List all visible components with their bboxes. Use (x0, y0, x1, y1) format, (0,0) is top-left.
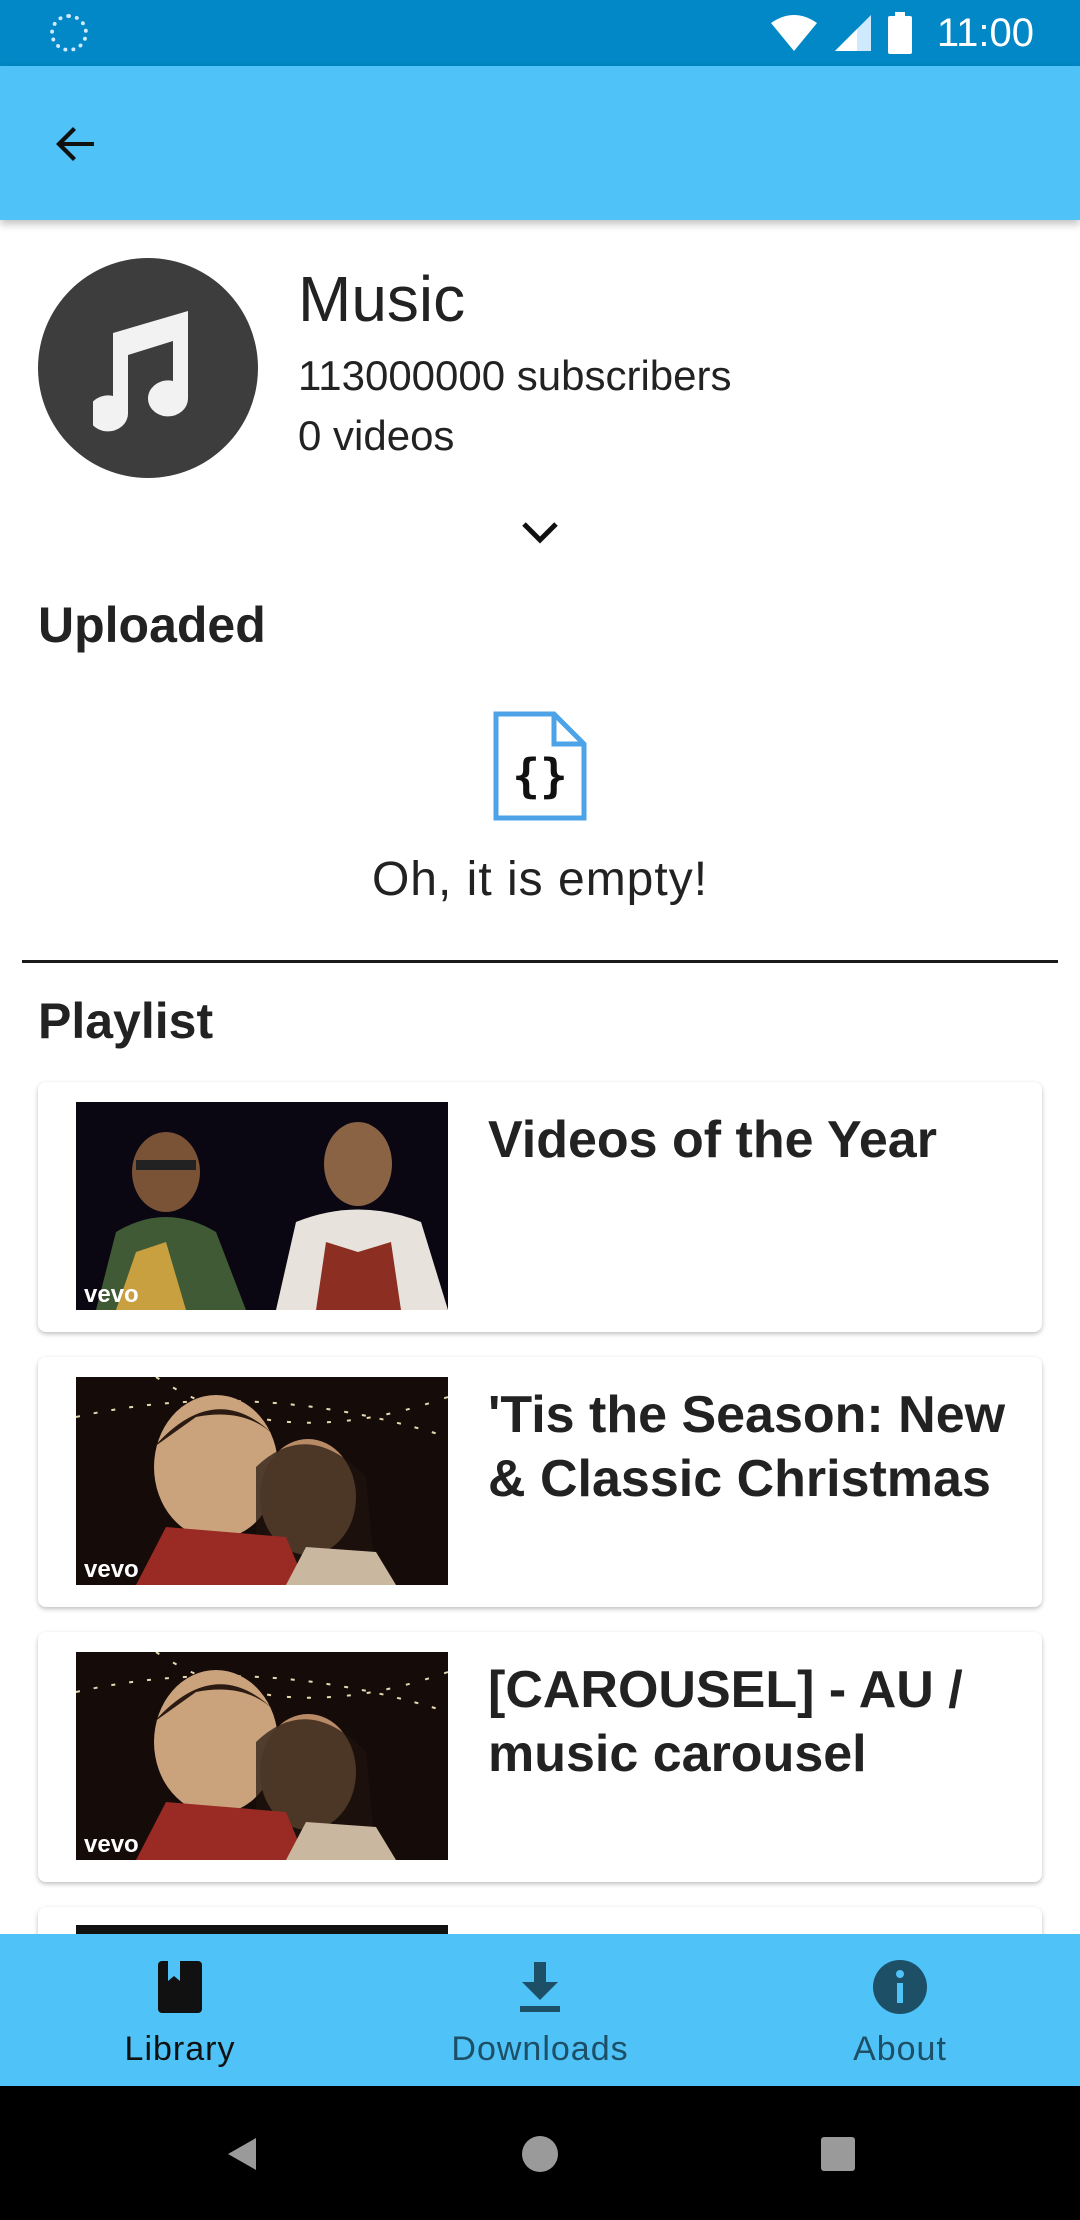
circle-home-icon (522, 2136, 558, 2172)
playlist-card-title: Videos of the Year (488, 1111, 937, 1169)
playlist-card[interactable]: vevo [CAROUSEL] - AU / music carousel (38, 1632, 1042, 1882)
channel-avatar (38, 258, 258, 478)
playlist-card[interactable]: vevo Videos of the Year (38, 1082, 1042, 1332)
nav-library[interactable]: Library (0, 1934, 360, 2086)
video-count: 0 videos (298, 412, 455, 459)
sync-icon (50, 14, 88, 52)
expand-button[interactable] (510, 504, 570, 560)
music-note-icon (93, 311, 189, 432)
playlist-title: Playlist (38, 993, 214, 1049)
empty-message: Oh, it is empty! (371, 853, 709, 906)
channel-name: Music (298, 263, 466, 335)
status-time: 11:00 (936, 10, 1034, 55)
system-navigation-bar (0, 2086, 1080, 2220)
back-button[interactable] (40, 108, 112, 180)
system-home-button[interactable] (510, 2124, 570, 2184)
square-recents-icon (821, 2137, 855, 2171)
nav-about[interactable]: About (720, 1934, 1080, 2086)
svg-text:vevo: vevo (84, 1556, 139, 1583)
chevron-down-icon (522, 522, 558, 544)
nav-downloads[interactable]: Downloads (360, 1934, 720, 2086)
triangle-back-icon (228, 2138, 256, 2170)
playlist-card-title: 'Tis the Season: New & Classic Christmas (488, 1386, 1006, 1508)
uploaded-title: Uploaded (38, 597, 266, 653)
system-back-button[interactable] (212, 2124, 272, 2184)
bottom-navigation: Library Downloads About (0, 1934, 1080, 2086)
divider (22, 960, 1058, 963)
book-icon (150, 1956, 210, 2018)
battery-icon (887, 12, 912, 54)
empty-file-icon: {} (493, 711, 587, 821)
nav-downloads-label: Downloads (451, 2030, 629, 2068)
app-bar (0, 66, 1080, 220)
playlist-thumbnail: vevo (76, 1102, 448, 1310)
status-bar: 11:00 (0, 0, 1080, 66)
svg-text:{}: {} (512, 749, 567, 803)
download-icon (510, 1956, 570, 2018)
info-icon (870, 1956, 930, 2018)
wifi-icon (770, 15, 817, 51)
nav-about-label: About (853, 2030, 947, 2068)
nav-library-label: Library (124, 2030, 236, 2068)
playlist-thumbnail: vevo (76, 1377, 448, 1585)
arrow-back-icon (56, 127, 94, 161)
svg-text:vevo: vevo (84, 1281, 139, 1308)
playlist-card-title: [CAROUSEL] - AU / music carousel (488, 1661, 963, 1783)
playlist-card[interactable]: vevo 'Tis the Season: New & Classic Chri… (38, 1357, 1042, 1607)
svg-text:vevo: vevo (84, 1831, 139, 1858)
status-icons: 11:00 (769, 8, 1034, 58)
system-recents-button[interactable] (808, 2124, 868, 2184)
signal-icon (834, 15, 871, 51)
subscriber-count: 113000000 subscribers (298, 352, 732, 399)
playlist-thumbnail: vevo (76, 1652, 448, 1860)
